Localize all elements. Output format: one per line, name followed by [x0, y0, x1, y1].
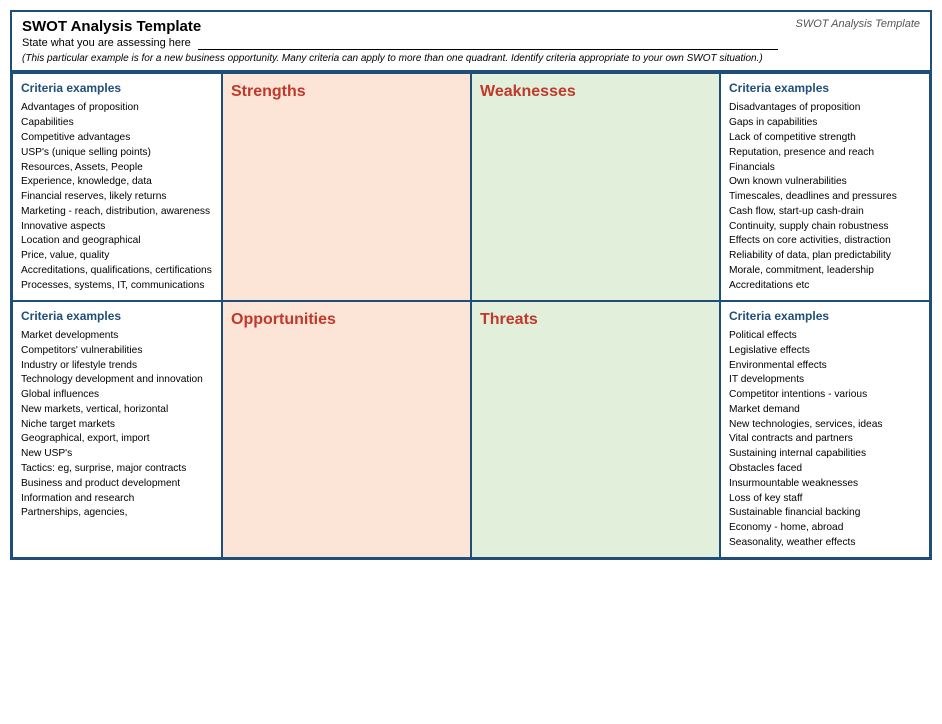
list-item: Sustaining internal capabilities	[729, 447, 921, 462]
list-item: Political effects	[729, 329, 921, 344]
list-item: Financials	[729, 161, 921, 176]
list-item: Location and geographical	[21, 234, 213, 249]
list-item: New technologies, services, ideas	[729, 418, 921, 433]
criteria-bot-right-list: Political effects Legislative effects En…	[729, 329, 921, 551]
opportunities-cell: Opportunities	[222, 301, 471, 558]
criteria-top-right-list: Disadvantages of proposition Gaps in cap…	[729, 101, 921, 293]
list-item: Industry or lifestyle trends	[21, 359, 213, 374]
threats-cell: Threats	[471, 301, 720, 558]
list-item: Continuity, supply chain robustness	[729, 220, 921, 235]
list-item: Reputation, presence and reach	[729, 146, 921, 161]
list-item: New markets, vertical, horizontal	[21, 403, 213, 418]
list-item: Competitor intentions - various	[729, 388, 921, 403]
header-note: (This particular example is for a new bu…	[22, 52, 920, 66]
list-item: Marketing - reach, distribution, awarene…	[21, 205, 213, 220]
list-item: Competitive advantages	[21, 131, 213, 146]
criteria-bot-right-heading: Criteria examples	[729, 308, 921, 325]
list-item: Cash flow, start-up cash-drain	[729, 205, 921, 220]
list-item: New USP's	[21, 447, 213, 462]
list-item: Innovative aspects	[21, 220, 213, 235]
list-item: Insurmountable weaknesses	[729, 477, 921, 492]
criteria-bot-right: Criteria examples Political effects Legi…	[720, 301, 930, 558]
swot-grid: Criteria examples Advantages of proposit…	[12, 71, 930, 558]
list-item: Disadvantages of proposition	[729, 101, 921, 116]
list-item: Own known vulnerabilities	[729, 175, 921, 190]
criteria-bot-left-list: Market developments Competitors' vulnera…	[21, 329, 213, 521]
list-item: Global influences	[21, 388, 213, 403]
list-item: Capabilities	[21, 116, 213, 131]
list-item: Legislative effects	[729, 344, 921, 359]
list-item: Geographical, export, import	[21, 432, 213, 447]
main-title: SWOT Analysis Template	[22, 18, 920, 35]
list-item: IT developments	[729, 373, 921, 388]
list-item: Vital contracts and partners	[729, 432, 921, 447]
list-item: Market developments	[21, 329, 213, 344]
opportunities-heading: Opportunities	[231, 308, 462, 331]
list-item: Economy - home, abroad	[729, 521, 921, 536]
criteria-top-left: Criteria examples Advantages of proposit…	[12, 73, 222, 301]
list-item: Effects on core activities, distraction	[729, 234, 921, 249]
list-item: Reliability of data, plan predictability	[729, 249, 921, 264]
list-item: Tactics: eg, surprise, major contracts	[21, 462, 213, 477]
strengths-heading: Strengths	[231, 80, 462, 103]
list-item: Processes, systems, IT, communications	[21, 279, 213, 294]
list-item: Niche target markets	[21, 418, 213, 433]
list-item: Information and research	[21, 492, 213, 507]
criteria-bot-left: Criteria examples Market developments Co…	[12, 301, 222, 558]
list-item: Sustainable financial backing	[729, 506, 921, 521]
list-item: Morale, commitment, leadership	[729, 264, 921, 279]
weaknesses-heading: Weaknesses	[480, 80, 711, 103]
criteria-top-left-heading: Criteria examples	[21, 80, 213, 97]
list-item: Resources, Assets, People	[21, 161, 213, 176]
list-item: Market demand	[729, 403, 921, 418]
list-item: Obstacles faced	[729, 462, 921, 477]
list-item: Technology development and innovation	[21, 373, 213, 388]
watermark: SWOT Analysis Template	[795, 18, 920, 30]
list-item: Advantages of proposition	[21, 101, 213, 116]
list-item: Accreditations etc	[729, 279, 921, 294]
list-item: Gaps in capabilities	[729, 116, 921, 131]
weaknesses-cell: Weaknesses	[471, 73, 720, 301]
list-item: Competitors' vulnerabilities	[21, 344, 213, 359]
list-item: Financial reserves, likely returns	[21, 190, 213, 205]
threats-heading: Threats	[480, 308, 711, 331]
state-label: State what you are assessing here	[22, 37, 920, 50]
header: SWOT Analysis Template SWOT Analysis Tem…	[12, 12, 930, 71]
list-item: Business and product development	[21, 477, 213, 492]
criteria-top-right: Criteria examples Disadvantages of propo…	[720, 73, 930, 301]
list-item: Loss of key staff	[729, 492, 921, 507]
strengths-cell: Strengths	[222, 73, 471, 301]
list-item: Lack of competitive strength	[729, 131, 921, 146]
list-item: Accreditations, qualifications, certific…	[21, 264, 213, 279]
swot-template: SWOT Analysis Template SWOT Analysis Tem…	[10, 10, 932, 560]
list-item: USP's (unique selling points)	[21, 146, 213, 161]
list-item: Experience, knowledge, data	[21, 175, 213, 190]
list-item: Price, value, quality	[21, 249, 213, 264]
criteria-bot-left-heading: Criteria examples	[21, 308, 213, 325]
list-item: Partnerships, agencies,	[21, 506, 213, 521]
list-item: Timescales, deadlines and pressures	[729, 190, 921, 205]
list-item: Seasonality, weather effects	[729, 536, 921, 551]
criteria-top-left-list: Advantages of proposition Capabilities C…	[21, 101, 213, 293]
list-item: Environmental effects	[729, 359, 921, 374]
criteria-top-right-heading: Criteria examples	[729, 80, 921, 97]
